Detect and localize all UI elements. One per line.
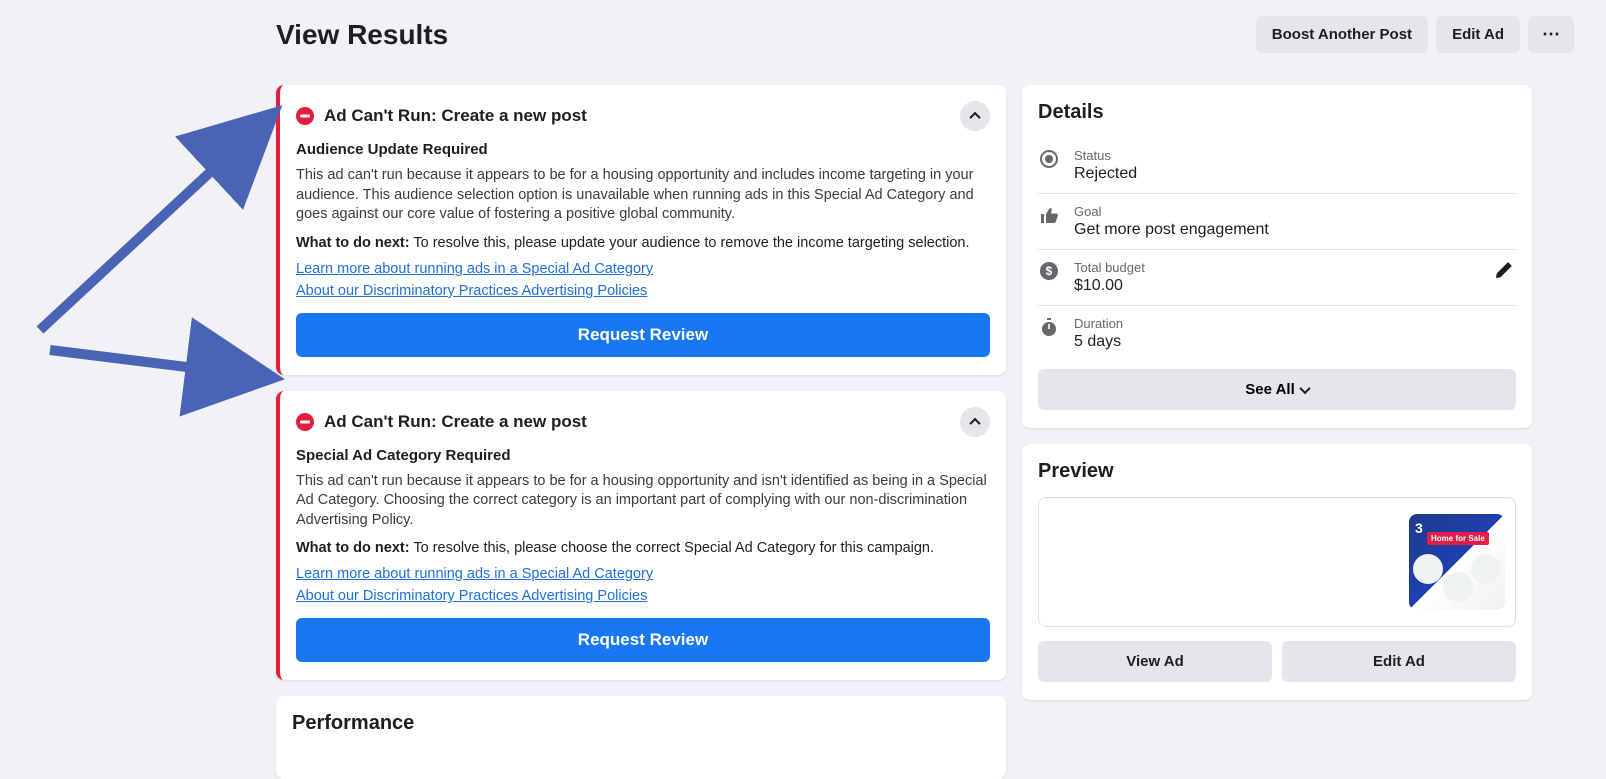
budget-label: Total budget [1074, 260, 1145, 275]
goal-value: Get more post engagement [1074, 221, 1269, 239]
duration-label: Duration [1074, 316, 1123, 331]
collapse-button[interactable] [960, 407, 990, 437]
more-options-button[interactable]: ⋯ [1528, 16, 1574, 53]
dollar-icon: $ [1038, 260, 1060, 282]
header-actions: Boost Another Post Edit Ad ⋯ [1256, 16, 1574, 53]
policies-link[interactable]: About our Discriminatory Practices Adver… [296, 283, 647, 299]
detail-row-budget: $ Total budget $10.00 [1038, 250, 1516, 306]
stop-icon [296, 413, 314, 431]
detail-row-goal: Goal Get more post engagement [1038, 194, 1516, 250]
alert-next: What to do next: To resolve this, please… [296, 235, 990, 251]
request-review-button[interactable]: Request Review [296, 313, 990, 357]
request-review-button[interactable]: Request Review [296, 618, 990, 662]
policies-link[interactable]: About our Discriminatory Practices Adver… [296, 588, 647, 604]
alert-card-category: Ad Can't Run: Create a new post Special … [276, 391, 1006, 681]
preview-thumbnail: 3 Home for Sale [1409, 514, 1505, 610]
collapse-button[interactable] [960, 101, 990, 131]
alert-subtitle: Audience Update Required [296, 141, 990, 158]
see-all-button[interactable]: See All [1038, 369, 1516, 410]
alert-subtitle: Special Ad Category Required [296, 447, 990, 464]
stopwatch-icon [1038, 316, 1060, 338]
alert-next: What to do next: To resolve this, please… [296, 540, 990, 556]
goal-label: Goal [1074, 204, 1269, 219]
duration-value: 5 days [1074, 333, 1123, 351]
view-ad-button[interactable]: View Ad [1038, 641, 1272, 682]
thumbs-up-icon [1038, 204, 1060, 226]
details-card: Details Status Rejected Goal Get more po… [1022, 85, 1532, 428]
alert-body: This ad can't run because it appears to … [296, 472, 990, 531]
chevron-up-icon [969, 417, 980, 428]
alert-body: This ad can't run because it appears to … [296, 166, 990, 225]
status-icon [1038, 148, 1060, 170]
edit-ad-preview-button[interactable]: Edit Ad [1282, 641, 1516, 682]
alert-card-audience: Ad Can't Run: Create a new post Audience… [276, 85, 1006, 375]
status-label: Status [1074, 148, 1137, 163]
performance-heading: Performance [292, 712, 990, 735]
learn-more-link[interactable]: Learn more about running ads in a Specia… [296, 261, 653, 277]
boost-another-post-button[interactable]: Boost Another Post [1256, 16, 1428, 53]
performance-card: Performance [276, 696, 1006, 779]
svg-text:$: $ [1046, 264, 1053, 278]
page-title: View Results [276, 19, 448, 51]
alert-title: Ad Can't Run: Create a new post [324, 412, 587, 432]
alert-title: Ad Can't Run: Create a new post [324, 106, 587, 126]
details-heading: Details [1038, 101, 1516, 124]
status-value: Rejected [1074, 165, 1137, 183]
preview-box: 3 Home for Sale [1038, 497, 1516, 627]
detail-row-duration: Duration 5 days [1038, 306, 1516, 361]
edit-ad-button[interactable]: Edit Ad [1436, 16, 1520, 53]
stop-icon [296, 107, 314, 125]
preview-heading: Preview [1038, 460, 1516, 483]
pencil-icon[interactable] [1494, 260, 1516, 282]
chevron-up-icon [969, 112, 980, 123]
detail-row-status: Status Rejected [1038, 138, 1516, 194]
budget-value: $10.00 [1074, 277, 1145, 295]
learn-more-link[interactable]: Learn more about running ads in a Specia… [296, 566, 653, 582]
preview-card: Preview 3 Home for Sale View Ad Edit Ad [1022, 444, 1532, 700]
chevron-down-icon [1299, 382, 1310, 393]
